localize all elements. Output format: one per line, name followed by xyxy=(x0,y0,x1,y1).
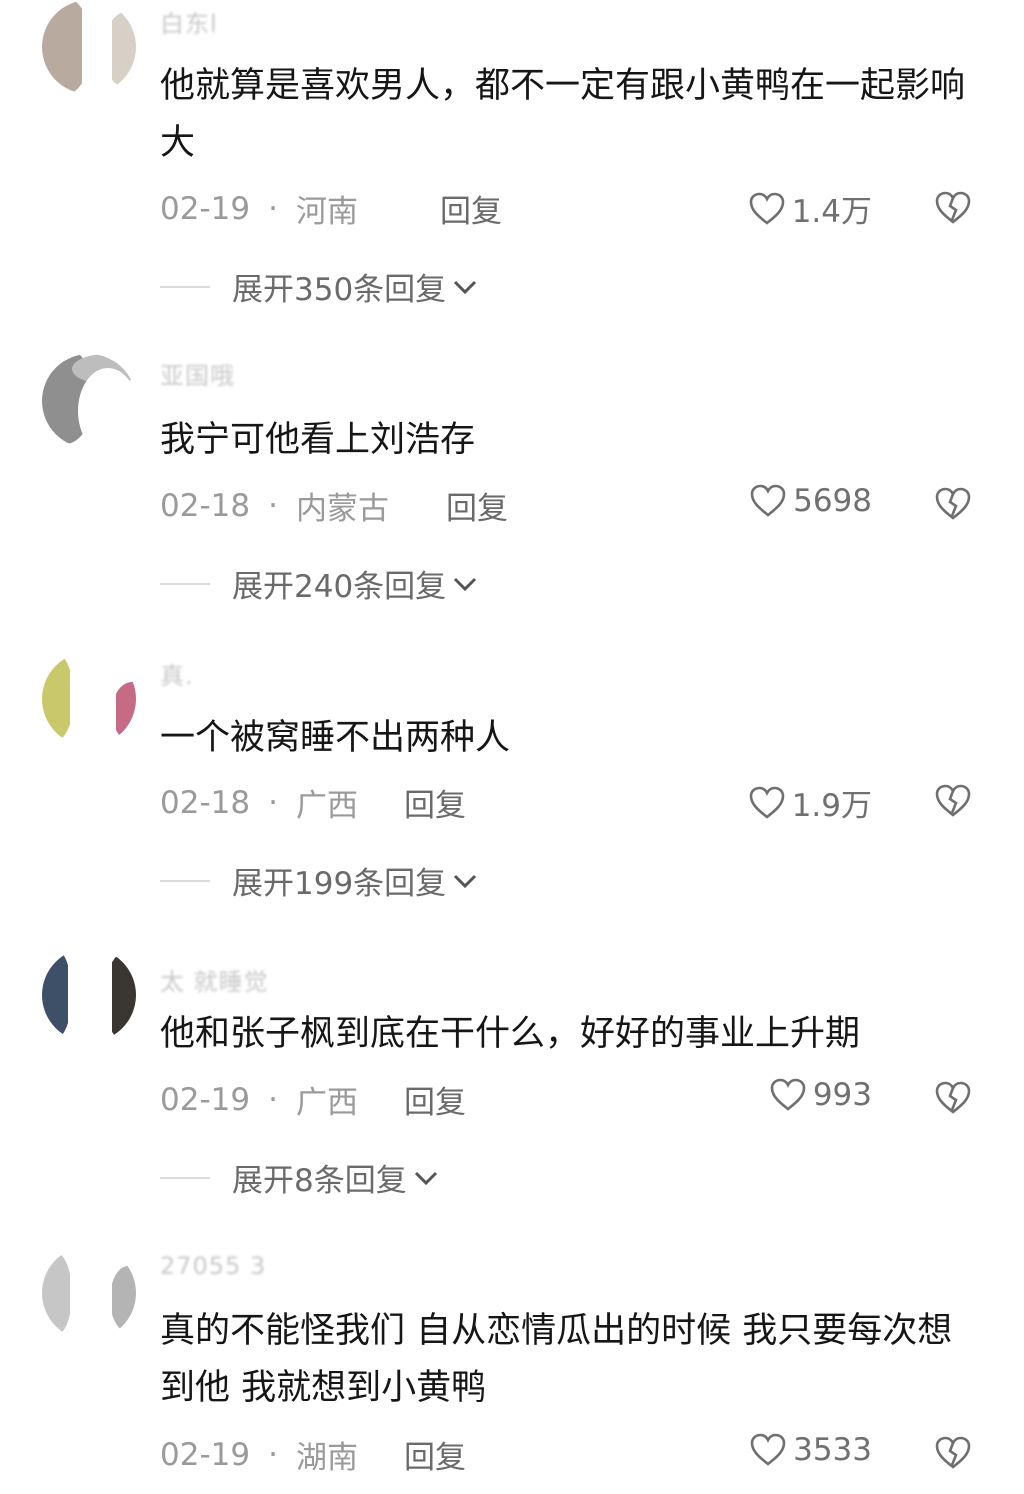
comment-region: 广西 xyxy=(295,788,358,824)
expand-replies-button[interactable]: 展开199条回复 xyxy=(160,858,478,903)
avatar[interactable] xyxy=(42,0,136,94)
reply-button[interactable]: 回复 xyxy=(404,1077,466,1122)
like-count: 5698 xyxy=(793,483,872,519)
comment-meta: 02-18 · 广西 回复 xyxy=(160,780,466,825)
divider-line xyxy=(160,1176,210,1179)
comment-text: 他和张子枫到底在干什么，好好的事业上升期 xyxy=(160,1014,861,1054)
separator-dot: · xyxy=(268,1436,278,1473)
comment-region: 内蒙古 xyxy=(295,491,389,527)
separator-dot: · xyxy=(268,784,278,821)
like-button[interactable]: 5698 xyxy=(749,483,872,519)
reply-button[interactable]: 回复 xyxy=(440,186,502,231)
heart-outline-icon xyxy=(749,192,784,225)
expand-replies-button[interactable]: 展开350条回复 xyxy=(160,264,478,309)
comment-meta: 02-18 · 内蒙古 回复 xyxy=(160,483,508,528)
comment-text: 他就算是喜欢男人，都不一定有跟小黄鸭在一起影响大 xyxy=(160,66,966,163)
avatar[interactable] xyxy=(42,652,136,746)
avatar[interactable] xyxy=(42,948,136,1042)
heart-outline-icon xyxy=(750,1433,786,1466)
divider-line xyxy=(160,582,210,585)
like-count: 1.4万 xyxy=(791,194,872,230)
like-button[interactable]: 1.4万 xyxy=(748,186,872,231)
like-count: 3533 xyxy=(793,1432,872,1468)
comment-date: 02-18 xyxy=(160,784,251,821)
dislike-button[interactable] xyxy=(934,486,972,526)
dislike-button[interactable] xyxy=(934,783,972,823)
separator-dot: · xyxy=(268,190,278,227)
comment-region: 湖南 xyxy=(295,1440,358,1476)
reply-button[interactable]: 回复 xyxy=(404,1432,466,1477)
separator-dot: · xyxy=(268,487,278,524)
broken-heart-icon xyxy=(935,1436,971,1469)
expand-label: 展开199条回复 xyxy=(232,866,447,902)
like-button[interactable]: 3533 xyxy=(749,1432,872,1468)
comment-date: 02-19 xyxy=(160,1436,251,1473)
username[interactable]: 太 就睡觉 xyxy=(160,962,269,997)
heart-outline-icon xyxy=(770,1078,806,1111)
username[interactable]: 白东l xyxy=(160,4,218,39)
comment-meta: 02-19 · 河南 回复 xyxy=(160,186,502,231)
comment-meta: 02-19 · 湖南 回复 xyxy=(160,1432,466,1477)
like-count: 1.9万 xyxy=(791,788,872,824)
comment-text: 真的不能怪我们 自从恋情瓜出的时候 我只要每次想到他 我就想到小黄鸭 xyxy=(160,1311,953,1408)
comment-date: 02-18 xyxy=(160,487,251,524)
broken-heart-icon xyxy=(935,1081,971,1114)
reply-button[interactable]: 回复 xyxy=(404,780,466,825)
expand-label: 展开240条回复 xyxy=(232,569,447,605)
comment-region: 河南 xyxy=(295,194,358,230)
expand-replies-button[interactable]: 展开8条回复 xyxy=(160,1155,439,1200)
heart-outline-icon xyxy=(749,786,784,819)
username[interactable]: 27055 3 xyxy=(160,1252,266,1280)
broken-heart-icon xyxy=(935,487,971,520)
comment-date: 02-19 xyxy=(160,1081,251,1118)
reply-button[interactable]: 回复 xyxy=(446,483,508,528)
like-count: 993 xyxy=(812,1077,872,1113)
comment-meta: 02-19 · 广西 回复 xyxy=(160,1077,466,1122)
separator-dot: · xyxy=(268,1081,278,1118)
expand-label: 展开8条回复 xyxy=(232,1163,407,1199)
dislike-button[interactable] xyxy=(934,1080,972,1120)
dislike-button[interactable] xyxy=(934,1435,972,1475)
like-button[interactable]: 1.9万 xyxy=(748,780,872,825)
chevron-down-icon xyxy=(454,577,477,591)
expand-replies-button[interactable]: 展开240条回复 xyxy=(160,561,478,606)
chevron-down-icon xyxy=(454,874,477,888)
broken-heart-icon xyxy=(935,784,971,817)
dislike-button[interactable] xyxy=(934,190,972,230)
comment-text: 一个被窝睡不出两种人 xyxy=(160,718,511,758)
comment-region: 广西 xyxy=(295,1085,358,1121)
username[interactable]: 真. xyxy=(160,656,194,691)
divider-line xyxy=(160,879,210,882)
heart-outline-icon xyxy=(750,484,786,517)
username[interactable]: 亚国哦 xyxy=(160,356,235,391)
chevron-down-icon xyxy=(454,280,477,294)
expand-label: 展开350条回复 xyxy=(232,272,447,308)
like-button[interactable]: 993 xyxy=(769,1077,872,1113)
comment-text: 我宁可他看上刘浩存 xyxy=(160,420,476,460)
avatar[interactable] xyxy=(42,1246,136,1340)
chevron-down-icon xyxy=(414,1171,437,1185)
comment-date: 02-19 xyxy=(160,190,251,227)
divider-line xyxy=(160,285,210,288)
broken-heart-icon xyxy=(935,191,971,224)
avatar[interactable] xyxy=(42,354,136,448)
